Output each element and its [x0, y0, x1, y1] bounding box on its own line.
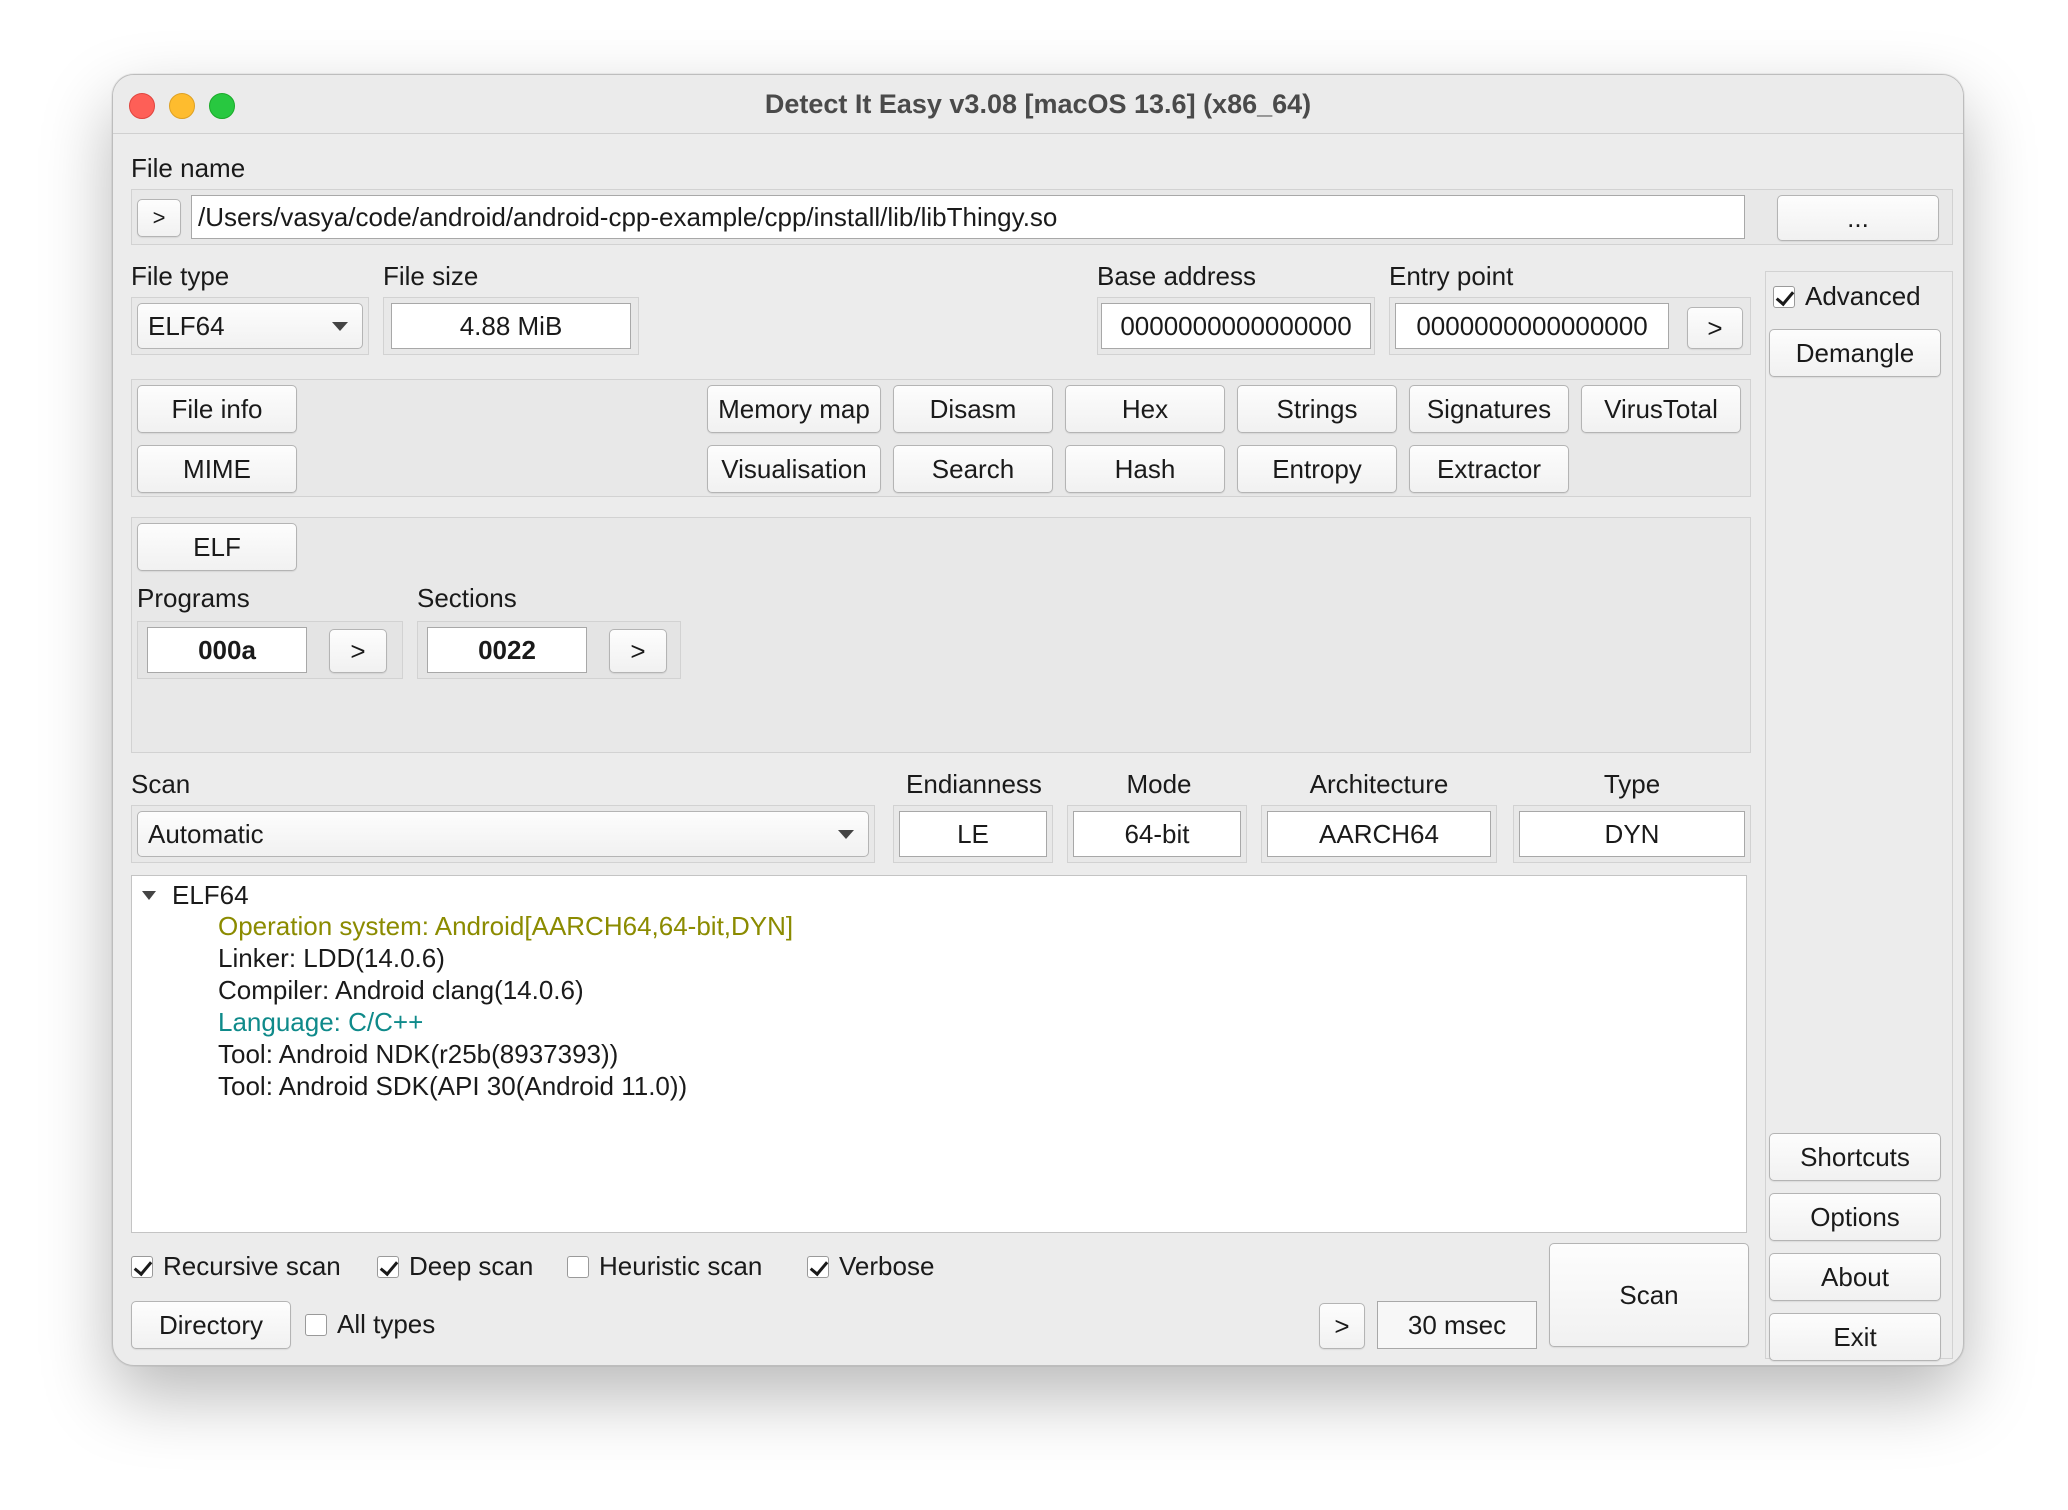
tree-root-elf64[interactable]: ELF64 [142, 880, 249, 911]
all-types-label: All types [337, 1309, 436, 1339]
scan-mode-value: Automatic [148, 818, 264, 849]
entropy-button[interactable]: Entropy [1237, 445, 1397, 493]
main-window: Detect It Easy v3.08 [macOS 13.6] (x86_6… [112, 74, 1964, 1366]
verbose-checkbox-box [807, 1255, 829, 1278]
title-bar: Detect It Easy v3.08 [macOS 13.6] (x86_6… [113, 75, 1963, 134]
tree-items: Operation system: Android[AARCH64,64-bit… [218, 910, 793, 1102]
disasm-button[interactable]: Disasm [893, 385, 1053, 433]
virustotal-button[interactable]: VirusTotal [1581, 385, 1741, 433]
expand-triangle-icon[interactable] [142, 891, 156, 900]
deep-scan-checkbox[interactable]: Deep scan [377, 1251, 533, 1282]
chevron-down-icon [838, 830, 854, 839]
file-type-value: ELF64 [148, 310, 225, 341]
hash-button[interactable]: Hash [1065, 445, 1225, 493]
heuristic-scan-checkbox-box [567, 1255, 589, 1278]
directory-button[interactable]: Directory [131, 1301, 291, 1349]
result-item-linker[interactable]: Linker: LDD(14.0.6) [218, 942, 793, 974]
signatures-button[interactable]: Signatures [1409, 385, 1569, 433]
endianness-label: Endianness [906, 769, 1042, 799]
file-open-go-button[interactable]: > [137, 199, 181, 237]
recursive-scan-checkbox[interactable]: Recursive scan [131, 1251, 341, 1282]
sections-go-button[interactable]: > [609, 629, 667, 673]
architecture-field: AARCH64 [1267, 811, 1491, 857]
mode-label: Mode [1126, 769, 1192, 799]
window-title: Detect It Easy v3.08 [macOS 13.6] (x86_6… [764, 89, 1312, 119]
base-address-label: Base address [1097, 261, 1256, 291]
demangle-button[interactable]: Demangle [1769, 329, 1941, 377]
memory-map-button[interactable]: Memory map [707, 385, 881, 433]
tree-root-label: ELF64 [172, 880, 249, 910]
hex-button[interactable]: Hex [1065, 385, 1225, 433]
verbose-checkbox[interactable]: Verbose [807, 1251, 934, 1282]
chevron-down-icon [332, 322, 348, 331]
about-button[interactable]: About [1769, 1253, 1941, 1301]
entry-point-label: Entry point [1389, 261, 1514, 291]
advanced-checkbox-box [1773, 285, 1795, 308]
result-item-sdk[interactable]: Tool: Android SDK(API 30(Android 11.0)) [218, 1070, 793, 1102]
strings-button[interactable]: Strings [1237, 385, 1397, 433]
programs-label: Programs [137, 583, 250, 613]
scan-results-tree[interactable]: ELF64 Operation system: Android[AARCH64,… [131, 875, 1747, 1233]
visualisation-button[interactable]: Visualisation [707, 445, 881, 493]
elf-button[interactable]: ELF [137, 523, 297, 571]
recursive-scan-label: Recursive scan [163, 1251, 341, 1281]
mode-field: 64-bit [1073, 811, 1241, 857]
search-button[interactable]: Search [893, 445, 1053, 493]
programs-go-button[interactable]: > [329, 629, 387, 673]
time-go-button[interactable]: > [1319, 1303, 1365, 1349]
deep-scan-checkbox-box [377, 1255, 399, 1278]
base-address-field: 0000000000000000 [1101, 303, 1371, 349]
extractor-button[interactable]: Extractor [1409, 445, 1569, 493]
result-item-compiler[interactable]: Compiler: Android clang(14.0.6) [218, 974, 793, 1006]
file-info-button[interactable]: File info [137, 385, 297, 433]
type-label: Type [1603, 769, 1661, 799]
file-path-input[interactable]: /Users/vasya/code/android/android-cpp-ex… [191, 195, 1745, 239]
result-item-language[interactable]: Language: C/C++ [218, 1006, 793, 1038]
browse-file-button[interactable]: ... [1777, 195, 1939, 241]
file-type-select[interactable]: ELF64 [137, 303, 363, 349]
result-item-ndk[interactable]: Tool: Android NDK(r25b(8937393)) [218, 1038, 793, 1070]
endianness-field: LE [899, 811, 1047, 857]
mime-button[interactable]: MIME [137, 445, 297, 493]
scan-mode-select[interactable]: Automatic [137, 811, 869, 857]
exit-button[interactable]: Exit [1769, 1313, 1941, 1361]
file-name-label: File name [131, 153, 246, 183]
heuristic-scan-label: Heuristic scan [599, 1251, 763, 1281]
architecture-label: Architecture [1309, 769, 1449, 799]
file-size-field: 4.88 MiB [391, 303, 631, 349]
sections-count-field: 0022 [427, 627, 587, 673]
type-field: DYN [1519, 811, 1745, 857]
scan-time-field: 30 msec [1377, 1301, 1537, 1349]
options-button[interactable]: Options [1769, 1193, 1941, 1241]
heuristic-scan-checkbox[interactable]: Heuristic scan [567, 1251, 762, 1282]
scan-button[interactable]: Scan [1549, 1243, 1749, 1347]
programs-count-field: 000a [147, 627, 307, 673]
advanced-label: Advanced [1805, 281, 1921, 311]
advanced-checkbox[interactable]: Advanced [1773, 281, 1921, 312]
sections-label: Sections [417, 583, 517, 613]
file-size-label: File size [383, 261, 479, 291]
scan-label: Scan [131, 769, 191, 799]
deep-scan-label: Deep scan [409, 1251, 534, 1281]
result-item-os[interactable]: Operation system: Android[AARCH64,64-bit… [218, 910, 793, 942]
all-types-checkbox[interactable]: All types [305, 1309, 435, 1340]
entry-point-go-button[interactable]: > [1687, 307, 1743, 349]
entry-point-field: 0000000000000000 [1395, 303, 1669, 349]
shortcuts-button[interactable]: Shortcuts [1769, 1133, 1941, 1181]
file-type-label: File type [131, 261, 230, 291]
recursive-scan-checkbox-box [131, 1255, 153, 1278]
verbose-label: Verbose [839, 1251, 935, 1281]
all-types-checkbox-box [305, 1313, 327, 1336]
